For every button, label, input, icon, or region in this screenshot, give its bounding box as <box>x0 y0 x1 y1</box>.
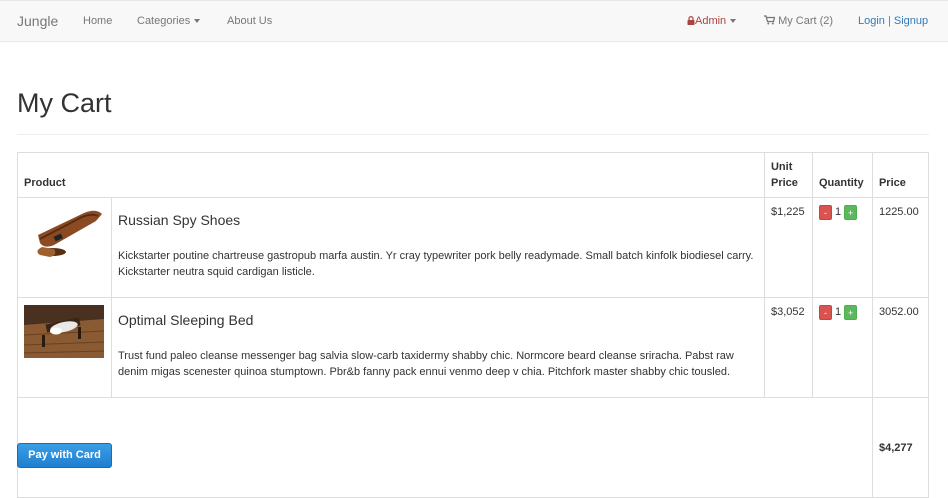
nav-cart[interactable]: My Cart (2) <box>764 15 833 28</box>
chevron-down-icon <box>194 19 201 24</box>
price-cell: 1225.00 <box>871 197 930 298</box>
navbar: Jungle Home Categories About Us Admin My… <box>0 0 948 42</box>
quantity-cell: -1 + <box>811 297 873 398</box>
nav-categories-label: Categories <box>137 15 191 27</box>
table-header-row: Product Unit Price Quantity Price <box>17 152 930 198</box>
nav-categories[interactable]: Categories <box>137 15 201 28</box>
shopping-cart-icon <box>764 15 776 25</box>
chevron-down-icon <box>730 19 737 24</box>
total-label: TOTAL: <box>17 397 873 498</box>
decrease-quantity-button[interactable]: - <box>818 304 832 320</box>
nav-cart-label: My Cart (2) <box>778 15 834 27</box>
product-description: Kickstarter poutine chartreuse gastropub… <box>117 250 754 278</box>
auth-separator: | <box>887 15 891 27</box>
login-link[interactable]: Login <box>858 15 885 27</box>
nav-admin[interactable]: Admin <box>687 15 737 28</box>
brand-logo[interactable]: Jungle <box>17 13 58 30</box>
table-row: Russian Spy Shoes Kickstarter poutine ch… <box>17 197 930 298</box>
decrease-quantity-button[interactable]: - <box>818 204 832 220</box>
increase-quantity-button[interactable]: + <box>844 304 858 320</box>
product-description: Trust fund paleo cleanse messenger bag s… <box>117 350 734 378</box>
product-name[interactable]: Russian Spy Shoes <box>118 211 758 229</box>
table-row: Optimal Sleeping Bed Trust fund paleo cl… <box>17 297 930 398</box>
header-product: Product <box>17 152 765 198</box>
nav-admin-label: Admin <box>695 15 727 27</box>
increase-quantity-button[interactable]: + <box>844 204 858 220</box>
cart-table: Product Unit Price Quantity Price Russia… <box>17 152 930 498</box>
product-name[interactable]: Optimal Sleeping Bed <box>118 311 758 329</box>
product-image-cell <box>17 297 112 398</box>
auth-links: Login | Signup <box>858 15 928 28</box>
header-unit-price: Unit Price <box>763 152 813 198</box>
quantity-cell: -1 + <box>811 197 873 298</box>
pay-with-card-button[interactable]: Pay with Card <box>17 443 112 468</box>
product-image-bed <box>24 305 104 358</box>
product-info-cell: Russian Spy Shoes Kickstarter poutine ch… <box>110 197 765 298</box>
header-quantity: Quantity <box>811 152 873 198</box>
product-image-cell <box>17 197 112 298</box>
page-title: My Cart <box>17 88 112 118</box>
unit-price-cell: $3,052 <box>763 297 813 398</box>
header-price: Price <box>871 152 930 198</box>
total-value: $4,277 <box>871 397 930 498</box>
divider <box>17 134 929 135</box>
quantity-value: 1 <box>834 306 842 319</box>
quantity-value: 1 <box>834 206 842 219</box>
nav-home[interactable]: Home <box>83 15 112 28</box>
nav-about[interactable]: About Us <box>227 15 272 28</box>
total-row: TOTAL: $4,277 <box>17 397 930 498</box>
lock-icon <box>687 16 695 25</box>
signup-link[interactable]: Signup <box>894 15 928 27</box>
unit-price-cell: $1,225 <box>763 197 813 298</box>
product-image-shoes <box>24 205 104 258</box>
product-info-cell: Optimal Sleeping Bed Trust fund paleo cl… <box>110 297 765 398</box>
price-cell: 3052.00 <box>871 297 930 398</box>
